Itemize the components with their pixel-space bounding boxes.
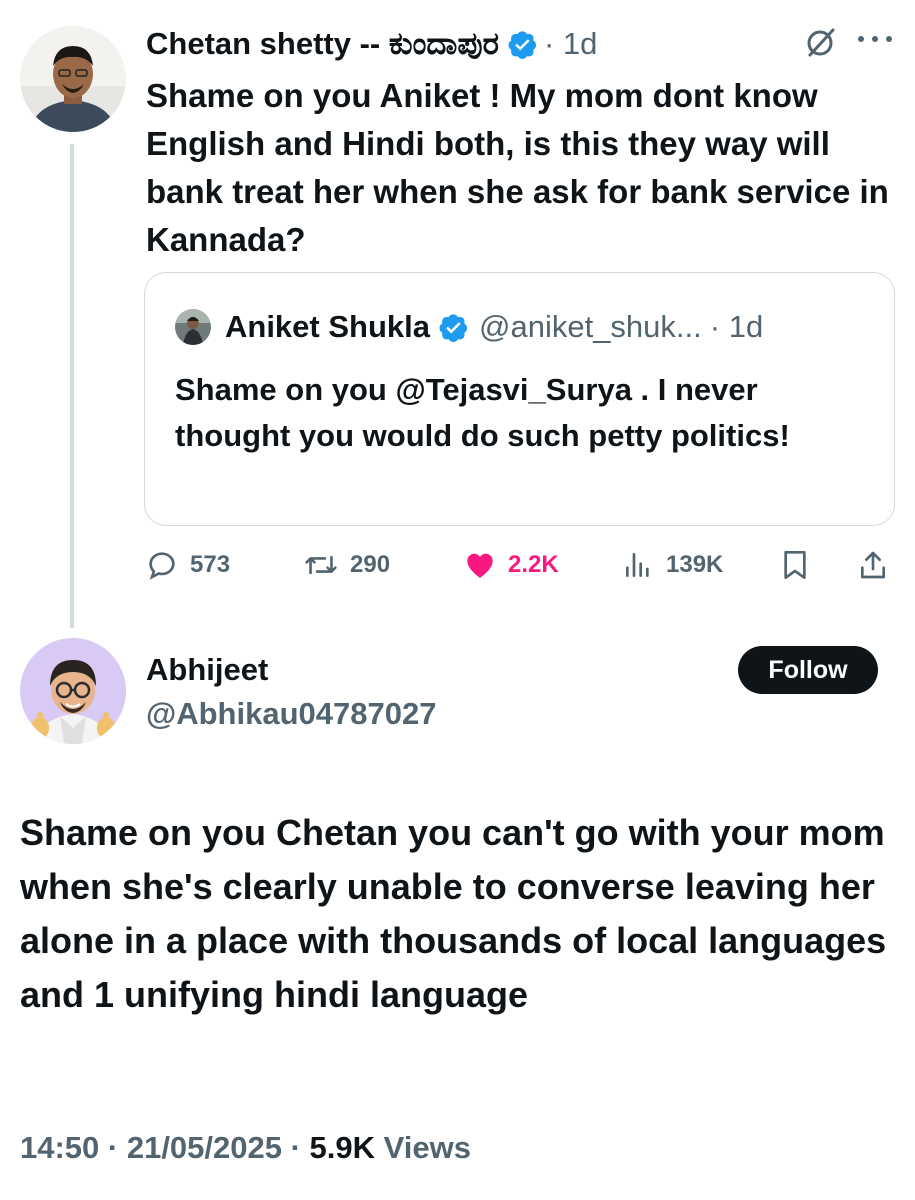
parent-author-name[interactable]: Chetan shetty -- ಕುಂದಾಪುರ [146, 26, 499, 63]
thread-connector-line [70, 144, 74, 628]
views-count: 139K [666, 551, 724, 578]
retweet-button[interactable]: 290 [304, 544, 390, 586]
parent-author-avatar[interactable] [20, 26, 126, 132]
reply-author-avatar[interactable] [20, 638, 126, 744]
like-count: 2.2K [508, 551, 559, 578]
views-icon [626, 553, 649, 577]
bookmark-button[interactable] [780, 544, 822, 586]
reply-count: 573 [190, 551, 231, 578]
views-button[interactable]: 139K [622, 544, 723, 586]
quoted-tweet-text: Shame on you @Tejasvi_Surya . I never th… [175, 372, 790, 453]
share-icon [861, 551, 886, 579]
quoted-tweet-header: Aniket Shukla @aniket_shuk... · 1d [175, 307, 763, 347]
more-icon[interactable] [858, 36, 892, 48]
retweet-count: 290 [350, 551, 391, 578]
reply-tweet-text: Shame on you Chetan you can't go with yo… [20, 812, 887, 1015]
tweet-action-bar: 573 290 2.2K 139K [146, 544, 896, 586]
tweet-timestamp[interactable]: 14:50 · 21/05/2025 · [20, 1130, 310, 1165]
reply-author-handle[interactable]: @Abhikau04787027 [146, 696, 436, 732]
tweet-views-count: 5.9K [309, 1130, 376, 1165]
reply-icon [149, 552, 175, 580]
quoted-author-name: Aniket Shukla [225, 309, 430, 344]
quoted-tweet-time: · 1d [709, 309, 764, 344]
quoted-tweet-card[interactable]: Aniket Shukla @aniket_shuk... · 1d Shame… [144, 272, 895, 526]
verified-badge-icon [438, 312, 469, 343]
retweet-icon [305, 555, 337, 575]
tweet-views-label: Views [375, 1130, 471, 1165]
quoted-author-avatar [175, 309, 211, 345]
share-button[interactable] [858, 544, 900, 586]
parent-tweet-text: Shame on you Aniket ! My mom dont know E… [146, 77, 889, 258]
tweet-meta: 14:50 · 21/05/2025 · 5.9K Views [20, 1130, 471, 1166]
like-button[interactable]: 2.2K [464, 544, 559, 586]
heart-icon [467, 553, 493, 578]
follow-button[interactable]: Follow [738, 646, 878, 694]
bookmark-icon [784, 551, 806, 579]
verified-badge-icon [507, 29, 538, 60]
parent-tweet-header: Chetan shetty -- ಕುಂದಾಪುರ · 1d [146, 22, 597, 66]
quoted-author-handle: @aniket_shuk... [479, 309, 702, 344]
grok-icon[interactable] [805, 26, 837, 58]
reply-button[interactable]: 573 [146, 544, 230, 586]
reply-author-name[interactable]: Abhijeet [146, 652, 268, 688]
parent-tweet-time[interactable]: · 1d [544, 26, 597, 62]
